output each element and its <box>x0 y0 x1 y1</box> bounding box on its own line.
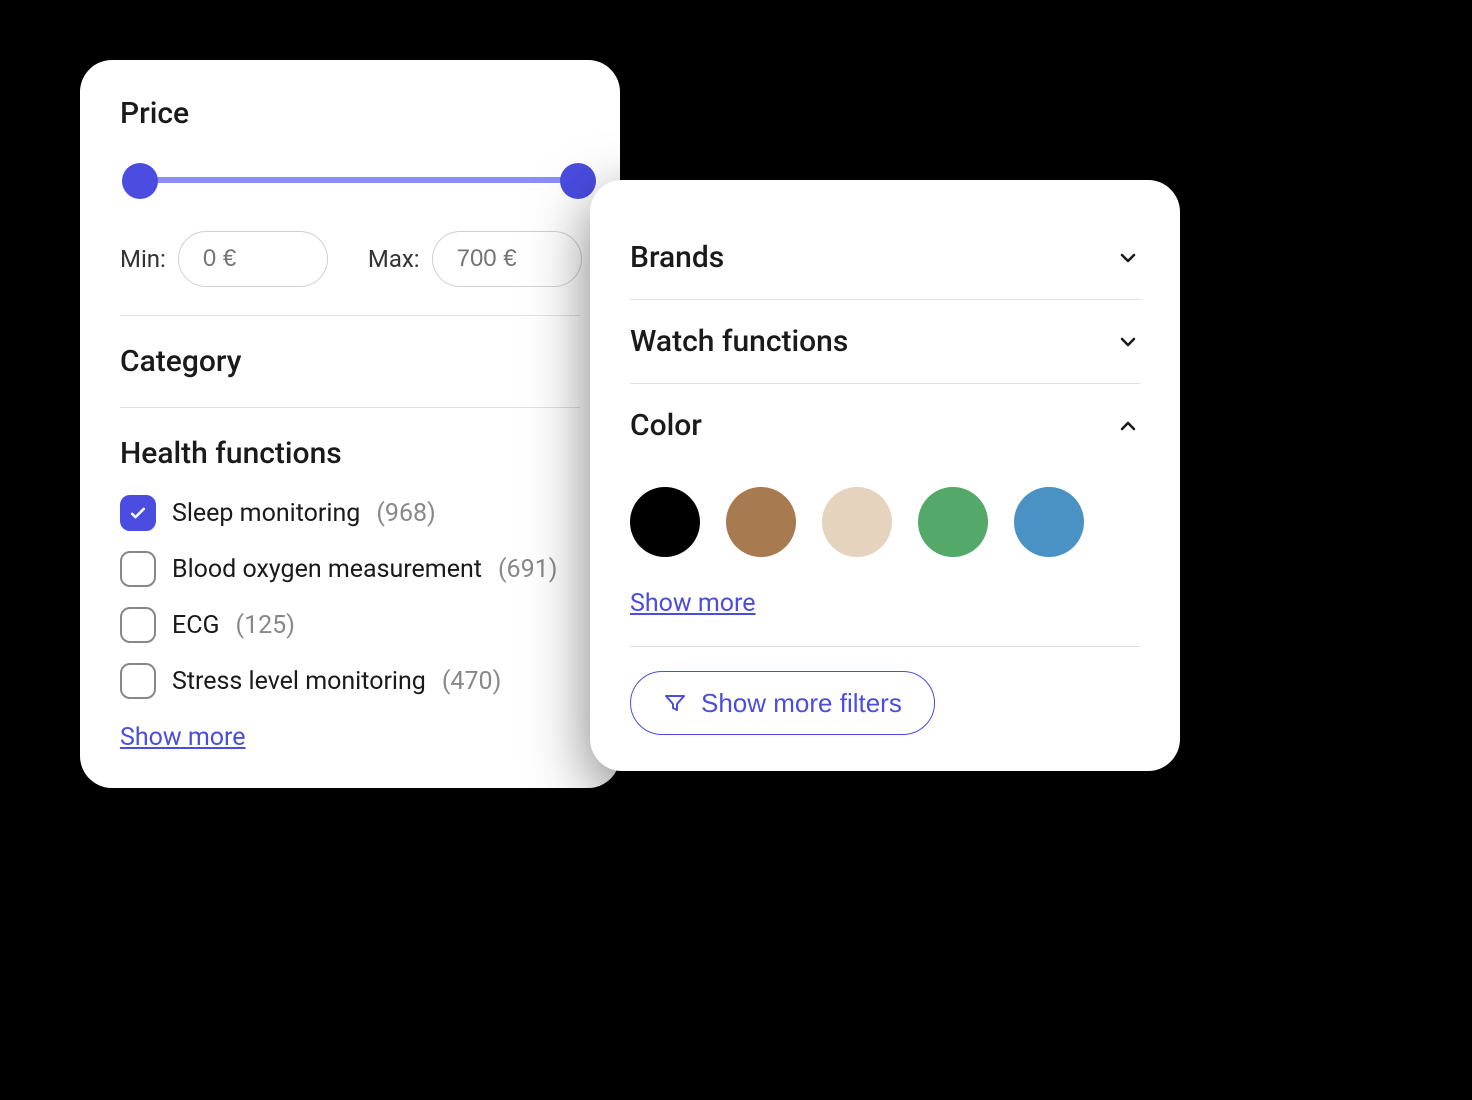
price-max-group: Max: <box>368 231 582 287</box>
color-swatches <box>630 487 1140 565</box>
checkbox-label: Blood oxygen measurement <box>172 555 482 584</box>
divider <box>120 407 580 408</box>
show-more-filters-button[interactable]: Show more filters <box>630 671 935 735</box>
slider-thumb-min[interactable] <box>122 163 158 199</box>
checkbox-icon <box>120 607 156 643</box>
checkbox-count: (691) <box>498 555 557 584</box>
price-inputs: Min: Max: <box>120 231 580 287</box>
watch-functions-accordion[interactable]: Watch functions <box>630 300 1140 384</box>
health-checkbox-list: Sleep monitoring (968) Blood oxygen meas… <box>120 495 580 699</box>
checkbox-label: Stress level monitoring <box>172 667 426 696</box>
max-label: Max: <box>368 245 420 273</box>
color-swatch-beige[interactable] <box>822 487 892 557</box>
category-title: Category <box>120 344 580 379</box>
chevron-up-icon <box>1116 414 1140 438</box>
brands-accordion[interactable]: Brands <box>630 216 1140 300</box>
filter-panel-left: Price Min: Max: Category Health function… <box>80 60 620 788</box>
chevron-down-icon <box>1116 246 1140 270</box>
color-swatch-brown[interactable] <box>726 487 796 557</box>
color-accordion[interactable]: Color <box>630 384 1140 467</box>
price-min-input[interactable] <box>178 231 328 287</box>
checkbox-icon <box>120 663 156 699</box>
checkbox-icon <box>120 551 156 587</box>
checkbox-label: Sleep monitoring <box>172 499 360 528</box>
checkbox-stress-monitoring[interactable]: Stress level monitoring (470) <box>120 663 580 699</box>
slider-thumb-max[interactable] <box>560 163 596 199</box>
checkbox-count: (470) <box>442 667 501 696</box>
checkbox-blood-oxygen[interactable]: Blood oxygen measurement (691) <box>120 551 580 587</box>
color-title: Color <box>630 408 702 443</box>
slider-fill <box>140 177 580 183</box>
price-slider[interactable] <box>120 161 580 201</box>
checkbox-icon <box>120 495 156 531</box>
color-show-more-link[interactable]: Show more <box>630 589 756 618</box>
filter-icon <box>663 691 687 715</box>
price-title: Price <box>120 96 580 131</box>
checkbox-label: ECG <box>172 611 220 640</box>
divider <box>630 646 1140 647</box>
price-min-group: Min: <box>120 231 328 287</box>
color-swatch-green[interactable] <box>918 487 988 557</box>
show-more-filters-label: Show more filters <box>701 688 902 719</box>
checkbox-ecg[interactable]: ECG (125) <box>120 607 580 643</box>
brands-title: Brands <box>630 240 724 275</box>
divider <box>120 315 580 316</box>
checkbox-sleep-monitoring[interactable]: Sleep monitoring (968) <box>120 495 580 531</box>
color-swatch-black[interactable] <box>630 487 700 557</box>
checkbox-count: (968) <box>376 499 435 528</box>
watch-functions-title: Watch functions <box>630 324 848 359</box>
price-max-input[interactable] <box>432 231 582 287</box>
color-swatch-blue[interactable] <box>1014 487 1084 557</box>
health-show-more-link[interactable]: Show more <box>120 723 246 752</box>
checkbox-count: (125) <box>236 611 295 640</box>
min-label: Min: <box>120 245 166 273</box>
chevron-down-icon <box>1116 330 1140 354</box>
health-title: Health functions <box>120 436 580 471</box>
filter-panel-right: Brands Watch functions Color Show more S… <box>590 180 1180 771</box>
